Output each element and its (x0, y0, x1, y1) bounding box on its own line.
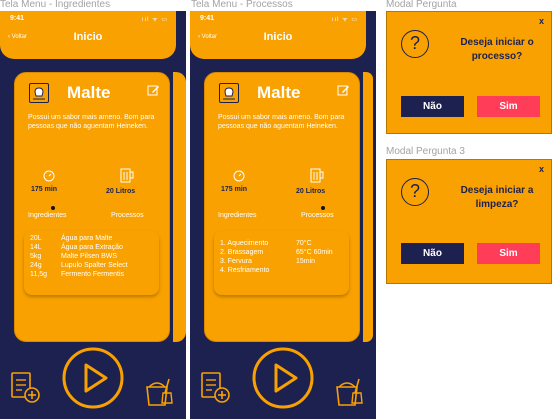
next-card-peek[interactable] (366, 72, 373, 342)
ingredient-qty: 24g (30, 262, 42, 269)
add-recipe-icon[interactable] (10, 371, 42, 408)
modal-question: Deseja iniciar a limpeza? (460, 185, 534, 210)
ingredient-name: Água para Malte (61, 235, 113, 242)
question-icon: ? (401, 178, 429, 206)
ingredient-qty: 5kg (30, 253, 42, 260)
recipe-volume: 20 Litros (296, 188, 326, 195)
add-recipe-icon[interactable] (200, 371, 232, 408)
recipe-book-icon (29, 83, 49, 103)
question-icon: ? (401, 30, 429, 58)
ingredient-qty: 20L (30, 235, 42, 242)
tab-processes[interactable]: Processos (111, 212, 144, 219)
status-icons: ııl ᯤ ▭ (331, 17, 358, 23)
play-icon (252, 347, 314, 409)
recipe-title: Malte (67, 83, 111, 102)
ingredient-name: Malte Pilsen BWS (61, 253, 118, 260)
process-step: 1. Aquecimento (220, 240, 269, 247)
page-title: Inicio (73, 31, 103, 43)
close-icon[interactable]: x (539, 16, 544, 26)
play-button[interactable] (252, 347, 314, 414)
recipe-volume: 20 Litros (106, 188, 136, 195)
edit-pencil-icon[interactable] (147, 83, 159, 96)
tab-ingredients[interactable]: Ingredientes (28, 212, 67, 219)
process-detail: 15min (296, 258, 316, 265)
modal-start-process: x ? Deseja iniciar o processo? Não Sim (386, 11, 552, 134)
phone-screen-processes: 9:41 ııl ᯤ ▭ ‹ Voltar Inicio Malte Possu… (190, 11, 366, 419)
page-title: Inicio (263, 31, 293, 43)
processes-list: 1. Aquecimento 70°C 2. Brassagem 65°C 60… (214, 231, 349, 295)
timer-icon (42, 168, 56, 182)
ingredient-qty: 11,5g (30, 271, 47, 278)
design-canvas: Tela Menu - Ingredientes Tela Menu - Pro… (0, 0, 554, 419)
header-bar: 9:41 ııl ᯤ ▭ ‹ Voltar Inicio (190, 11, 366, 59)
next-card-peek[interactable] (176, 72, 186, 342)
cleaning-bucket-icon[interactable] (333, 375, 365, 414)
no-button[interactable]: Não (401, 96, 464, 117)
beer-mug-icon (309, 166, 324, 183)
status-time: 9:41 (200, 15, 215, 22)
timer-icon (232, 168, 246, 182)
modal-start-cleaning: x ? Deseja iniciar a limpeza? Não Sim (386, 159, 552, 284)
recipe-description: Possui um sabor mais ameno. Bom para pes… (28, 114, 155, 130)
beer-mug-icon (119, 166, 134, 183)
recipe-time: 175 min (31, 186, 58, 193)
active-tab-indicator (321, 206, 325, 210)
yes-button[interactable]: Sim (477, 96, 540, 117)
play-icon (62, 347, 124, 409)
process-detail: 65°C 60min (296, 249, 333, 256)
process-step: 3. Fervura (220, 258, 252, 265)
edit-pencil-icon[interactable] (337, 83, 349, 96)
close-icon[interactable]: x (539, 164, 544, 174)
header-bar: 9:41 ııl ᯤ ▭ ‹ Voltar Inicio (0, 11, 176, 59)
no-button[interactable]: Não (401, 243, 464, 264)
question-mark: ? (409, 181, 420, 201)
ingredient-name: Lupulo Spalter Select (61, 262, 128, 269)
frame-label-ingredients: Tela Menu - Ingredientes (0, 0, 111, 10)
process-step: 2. Brassagem (220, 249, 264, 256)
tab-ingredients[interactable]: Ingredientes (218, 212, 257, 219)
yes-button[interactable]: Sim (477, 243, 540, 264)
active-tab-indicator (51, 206, 55, 210)
tab-processes[interactable]: Processos (301, 212, 334, 219)
frame-label-modal-3: Modal Pergunta 3 (386, 146, 465, 157)
ingredient-name: Água para Extração (61, 244, 123, 251)
recipe-book-icon (219, 83, 239, 103)
question-mark: ? (409, 33, 420, 53)
recipe-time: 175 min (221, 186, 248, 193)
modal-question: Deseja iniciar o processo? (460, 37, 534, 62)
recipe-card[interactable]: Malte Possui um sabor mais ameno. Bom pa… (204, 72, 360, 342)
cleaning-bucket-icon[interactable] (143, 375, 175, 414)
recipe-title: Malte (257, 83, 301, 102)
status-icons: ııl ᯤ ▭ (141, 17, 168, 23)
frame-label-processes: Tela Menu - Processos (191, 0, 293, 10)
play-button[interactable] (62, 347, 124, 414)
ingredients-list: 20L Água para Malte 14L Água para Extraç… (24, 231, 159, 295)
frame-divider (186, 11, 190, 419)
process-step: 4. Resfriamento (220, 267, 270, 274)
ingredient-name: Fermento Fermentis (61, 271, 125, 278)
ingredient-qty: 14L (30, 244, 42, 251)
process-detail: 70°C (296, 240, 312, 247)
phone-screen-ingredients: 9:41 ııl ᯤ ▭ ‹ Voltar Inicio Malte Possu… (0, 11, 176, 419)
frame-label-modal: Modal Pergunta (386, 0, 457, 10)
recipe-card[interactable]: Malte Possui um sabor mais ameno. Bom pa… (14, 72, 170, 342)
status-time: 9:41 (10, 15, 25, 22)
recipe-description: Possui um sabor mais ameno. Bom para pes… (218, 114, 345, 130)
